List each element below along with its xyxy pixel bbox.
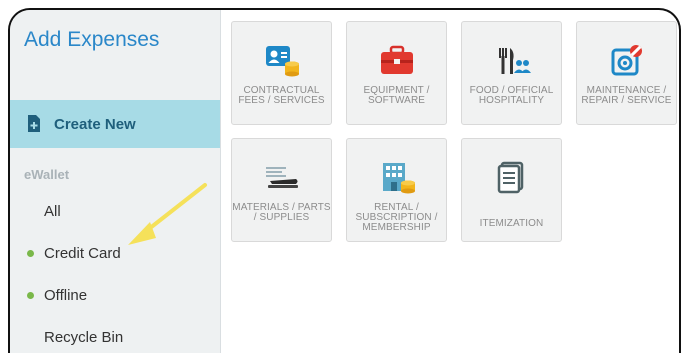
- tile-maintenance-repair-service[interactable]: MAINTENANCE / REPAIR / SERVICE: [576, 21, 677, 125]
- sidebar-item-label: Credit Card: [44, 244, 121, 262]
- food-utensils-people-icon: [498, 48, 531, 74]
- tile-label: ITEMIZATION: [479, 218, 544, 229]
- sidebar-item-label: All: [44, 202, 61, 220]
- maintenance-wrench-icon: [611, 45, 642, 76]
- sidebar-item-recycle-bin[interactable]: Recycle Bin: [10, 322, 220, 352]
- create-new-button[interactable]: Create New: [10, 100, 220, 148]
- sidebar-item-label: Offline: [44, 286, 88, 304]
- sidebar-item-offline[interactable]: Offline: [10, 280, 220, 310]
- tile-label: FOOD / OFFICIAL HOSPITALITY: [469, 85, 554, 106]
- tile-label: MAINTENANCE / REPAIR / SERVICE: [581, 85, 672, 106]
- section-label-ewallet: eWallet: [24, 167, 70, 182]
- highlight-arrow-icon: [128, 183, 207, 245]
- tile-label: RENTAL / SUBSCRIPTION / MEMBERSHIP: [355, 202, 438, 233]
- tile-itemization[interactable]: ITEMIZATION: [461, 138, 562, 242]
- document-plus-icon: [28, 115, 40, 132]
- tile-food-official-hospitality[interactable]: FOOD / OFFICIAL HOSPITALITY: [461, 21, 562, 125]
- create-new-label: Create New: [54, 115, 136, 133]
- window-frame: Add Expenses Create New eWallet All Cred…: [8, 8, 681, 353]
- building-coins-icon: [382, 163, 415, 194]
- page-title: Add Expenses: [24, 28, 160, 51]
- status-dot: [27, 249, 34, 257]
- tile-label: EQUIPMENT / SOFTWARE: [363, 85, 430, 106]
- stapler-paper-icon: [265, 167, 298, 188]
- tile-contractual-fees-services[interactable]: CONTRACTUAL FEES / SERVICES: [231, 21, 332, 125]
- contract-person-coins-icon: [265, 46, 299, 77]
- tile-equipment-software[interactable]: EQUIPMENT / SOFTWARE: [346, 21, 447, 125]
- sidebar-item-label: Recycle Bin: [44, 328, 124, 346]
- tile-materials-parts-supplies[interactable]: MATERIALS / PARTS / SUPPLIES: [231, 138, 332, 242]
- tile-rental-subscription-membership[interactable]: RENTAL / SUBSCRIPTION / MEMBERSHIP: [346, 138, 447, 242]
- tile-label: CONTRACTUAL FEES / SERVICES: [238, 85, 325, 106]
- sidebar: Add Expenses Create New eWallet All Cred…: [10, 10, 221, 353]
- status-dot: [27, 291, 34, 299]
- itemization-docs-icon: [497, 161, 523, 194]
- tile-label: MATERIALS / PARTS / SUPPLIES: [232, 202, 331, 223]
- toolbox-icon: [380, 45, 413, 74]
